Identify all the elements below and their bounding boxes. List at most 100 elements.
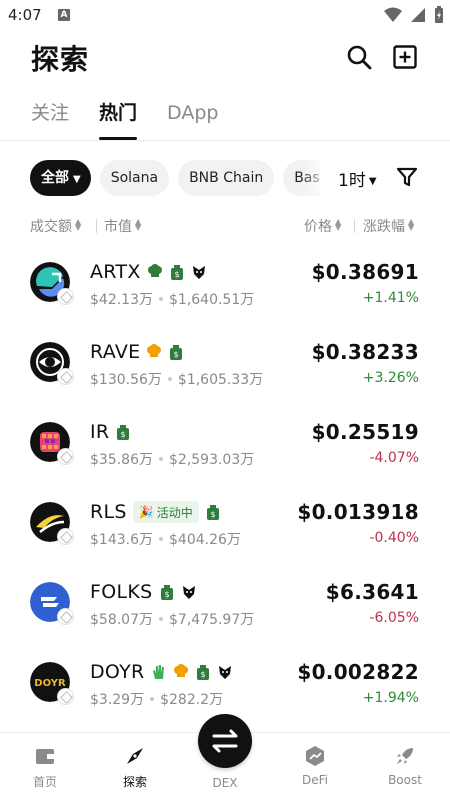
nav-home-label: 首页 bbox=[32, 775, 57, 789]
token-stats: $35.86万 $2,593.03万 bbox=[90, 449, 254, 469]
nav-home[interactable]: 首页 bbox=[5, 745, 85, 790]
token-market-cap: $2,593.03万 bbox=[169, 452, 255, 468]
dot-separator bbox=[159, 297, 163, 301]
token-symbol: RAVE bbox=[90, 341, 141, 363]
chain-badge-icon bbox=[57, 288, 74, 305]
token-price: $0.38233 bbox=[311, 340, 419, 364]
token-row[interactable]: RLS 🎉 活动中 $ $143.6万 $404.26万 $0.013918 -0.… bbox=[0, 480, 450, 560]
sort-volume-label: 成交额 bbox=[30, 219, 72, 235]
chef-hat-icon bbox=[147, 264, 162, 277]
dot-separator bbox=[159, 457, 163, 461]
nav-explore[interactable]: 探索 bbox=[95, 745, 175, 790]
sort-change-label: 涨跌幅 bbox=[363, 219, 405, 235]
token-symbol-row: FOLKS $ bbox=[90, 581, 197, 603]
wave-hand-icon bbox=[152, 665, 164, 679]
money-bag-icon: $ bbox=[160, 585, 173, 600]
chain-badge-icon bbox=[57, 368, 74, 385]
timeframe-select[interactable]: 1时 ▼ bbox=[338, 166, 377, 191]
token-stats: $130.56万 $1,605.33万 bbox=[90, 369, 263, 389]
dot-separator bbox=[167, 377, 172, 381]
token-market-cap: $1,605.33万 bbox=[177, 372, 264, 388]
compass-icon bbox=[127, 748, 143, 764]
caret-down-icon: ▼ bbox=[368, 176, 377, 187]
dot-separator bbox=[159, 537, 163, 541]
eagle-icon bbox=[192, 266, 205, 279]
nav-dex-label: DEX bbox=[212, 776, 238, 790]
page-title: 探索 bbox=[31, 43, 90, 76]
tab-following[interactable]: 关注 bbox=[31, 96, 69, 140]
money-bag-icon: $ bbox=[196, 665, 209, 680]
tab-bar: 关注 热门 DApp bbox=[31, 96, 248, 140]
dot-separator bbox=[150, 697, 155, 701]
sort-divider bbox=[354, 219, 355, 233]
token-market-cap: $7,475.97万 bbox=[169, 612, 255, 628]
dex-swap-button[interactable] bbox=[198, 714, 252, 768]
token-symbol-row: RAVE $ bbox=[90, 341, 184, 363]
token-price: $0.25519 bbox=[311, 420, 419, 444]
sort-header: 成交额 ▲ ▼ 市值 ▲ ▼ 价格 ▲ ▼ 涨跌幅 ▲ ▼ bbox=[30, 216, 420, 236]
sort-price[interactable]: 价格 ▲ ▼ bbox=[304, 216, 341, 236]
rocket-icon bbox=[397, 748, 413, 764]
chain-badge-icon bbox=[57, 688, 74, 705]
svg-text:$: $ bbox=[200, 670, 205, 679]
wifi-icon bbox=[384, 7, 402, 22]
nav-defi[interactable]: DeFi bbox=[275, 745, 355, 787]
sort-volume[interactable]: 成交额 ▲ ▼ bbox=[30, 216, 81, 236]
token-symbol-row: DOYR $ bbox=[90, 661, 233, 683]
activity-label: 活动中 bbox=[156, 505, 193, 520]
chip-all[interactable]: 全部 ▼ bbox=[30, 160, 91, 196]
token-row[interactable]: IR $ $35.86万 $2,593.03万 $0.25519 -4.07% bbox=[0, 400, 450, 480]
sort-market-cap[interactable]: 市值 ▲ ▼ bbox=[104, 216, 141, 236]
nav-boost[interactable]: Boost bbox=[365, 745, 445, 787]
token-row[interactable]: RAVE $ $130.56万 $1,605.33万 $0.38233 +3.26… bbox=[0, 320, 450, 400]
token-symbol: DOYR bbox=[90, 661, 145, 683]
token-price: $0.002822 bbox=[297, 660, 419, 684]
chain-badge-icon bbox=[57, 448, 74, 465]
search-icon[interactable] bbox=[346, 44, 372, 70]
chip-bnb-chain[interactable]: BNB Chain bbox=[178, 160, 275, 196]
token-change: +3.26% bbox=[362, 370, 419, 386]
token-symbol-row: RLS 🎉 活动中 $ bbox=[90, 501, 221, 523]
token-market-cap: $282.2万 bbox=[160, 692, 224, 708]
add-square-icon[interactable] bbox=[393, 45, 417, 69]
svg-text:$: $ bbox=[174, 350, 179, 359]
svg-text:$: $ bbox=[210, 510, 215, 519]
token-symbol: ARTX bbox=[90, 261, 141, 283]
tab-trending[interactable]: 热门 bbox=[99, 96, 138, 140]
token-stats: $3.29万 $282.2万 bbox=[90, 689, 223, 709]
token-symbol-row: ARTX $ bbox=[90, 261, 207, 283]
token-change: -0.40% bbox=[369, 530, 419, 546]
token-change: +1.94% bbox=[362, 690, 419, 706]
notification-icon: A bbox=[58, 9, 70, 21]
tab-dapp[interactable]: DApp bbox=[167, 96, 218, 140]
token-price: $0.013918 bbox=[297, 500, 419, 524]
svg-text:$: $ bbox=[164, 590, 169, 599]
sort-change[interactable]: 涨跌幅 ▲ ▼ bbox=[363, 216, 414, 236]
token-volume: $3.29万 bbox=[90, 692, 145, 708]
nav-boost-label: Boost bbox=[388, 773, 422, 787]
token-symbol: IR bbox=[90, 421, 110, 443]
token-row[interactable]: FOLKS $ $58.07万 $7,475.97万 $6.3641 -6.05% bbox=[0, 560, 450, 640]
token-row[interactable]: DOYR DOYR $ $3.29万 $282.2万 $0.002822 +1.9… bbox=[0, 640, 450, 720]
token-volume: $42.13万 bbox=[90, 292, 153, 308]
status-time: 4:07 bbox=[8, 6, 42, 24]
token-row[interactable]: ARTX $ $42.13万 $1,640.51万 $0.38691 +1.41% bbox=[0, 240, 450, 320]
battery-icon bbox=[435, 6, 443, 23]
sort-arrows-icon: ▲ ▼ bbox=[408, 217, 415, 232]
chip-solana[interactable]: Solana bbox=[99, 160, 170, 196]
sort-arrows-icon: ▲ ▼ bbox=[135, 217, 142, 232]
token-symbol: FOLKS bbox=[90, 581, 153, 603]
token-price: $0.38691 bbox=[311, 260, 419, 284]
token-symbol: RLS bbox=[90, 501, 127, 523]
token-list: ARTX $ $42.13万 $1,640.51万 $0.38691 +1.41%… bbox=[0, 240, 450, 720]
funnel-icon[interactable] bbox=[396, 166, 418, 188]
token-volume: $58.07万 bbox=[90, 612, 153, 628]
chain-filter-chips: 全部▼ Solana BNB Chain Base bbox=[30, 160, 320, 196]
money-bag-icon: $ bbox=[117, 425, 130, 440]
chef-hat-icon bbox=[173, 664, 188, 677]
wallet-icon bbox=[36, 749, 54, 764]
eagle-icon bbox=[182, 586, 195, 599]
chip-all-label: 全部 bbox=[41, 170, 69, 186]
status-bar: 4:07 A bbox=[0, 0, 450, 30]
sort-market-cap-label: 市值 bbox=[104, 219, 132, 235]
